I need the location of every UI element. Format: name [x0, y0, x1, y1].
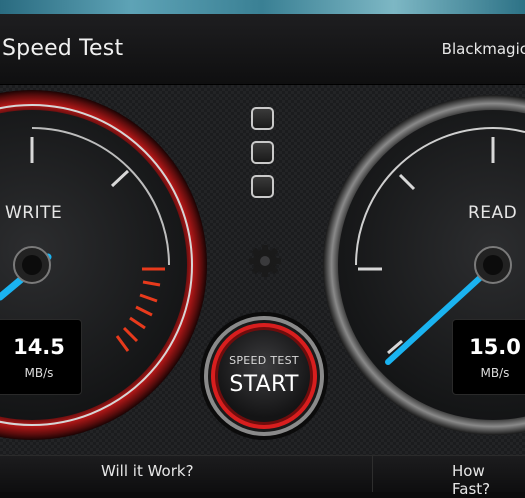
bottom-divider	[372, 456, 373, 492]
write-speed-value: 14.5	[13, 335, 65, 359]
settings-button[interactable]	[237, 233, 293, 289]
read-gauge-label: READ	[468, 203, 518, 223]
disk-slot-1[interactable]	[251, 107, 274, 130]
bottom-bar: Will it Work? How Fast?	[0, 455, 525, 498]
how-fast-header: How Fast?	[452, 462, 491, 498]
app-title: Speed Test	[2, 36, 124, 61]
desktop-background-strip	[0, 0, 525, 14]
write-gauge-label: WRITE	[5, 203, 63, 223]
start-button[interactable]: SPEED TEST START	[200, 312, 328, 440]
gauge-panel: WRITE READ 14.5 MB/s 15.0 MB/s SPEED TES…	[0, 85, 525, 455]
read-speed-value: 15.0	[469, 335, 521, 359]
read-speed-readout: 15.0 MB/s	[452, 319, 525, 395]
start-button-label: START	[229, 372, 299, 397]
brand-logo-text: Blackmagic	[441, 40, 525, 58]
disk-slot-2[interactable]	[251, 141, 274, 164]
title-bar: Speed Test Blackmagic	[0, 14, 525, 85]
read-speed-unit: MB/s	[480, 366, 510, 380]
start-button-caption: SPEED TEST	[229, 354, 299, 367]
disk-slot-3[interactable]	[251, 175, 274, 198]
will-it-work-header: Will it Work?	[101, 462, 194, 480]
write-speed-readout: 14.5 MB/s	[0, 319, 82, 395]
write-speed-unit: MB/s	[24, 366, 54, 380]
